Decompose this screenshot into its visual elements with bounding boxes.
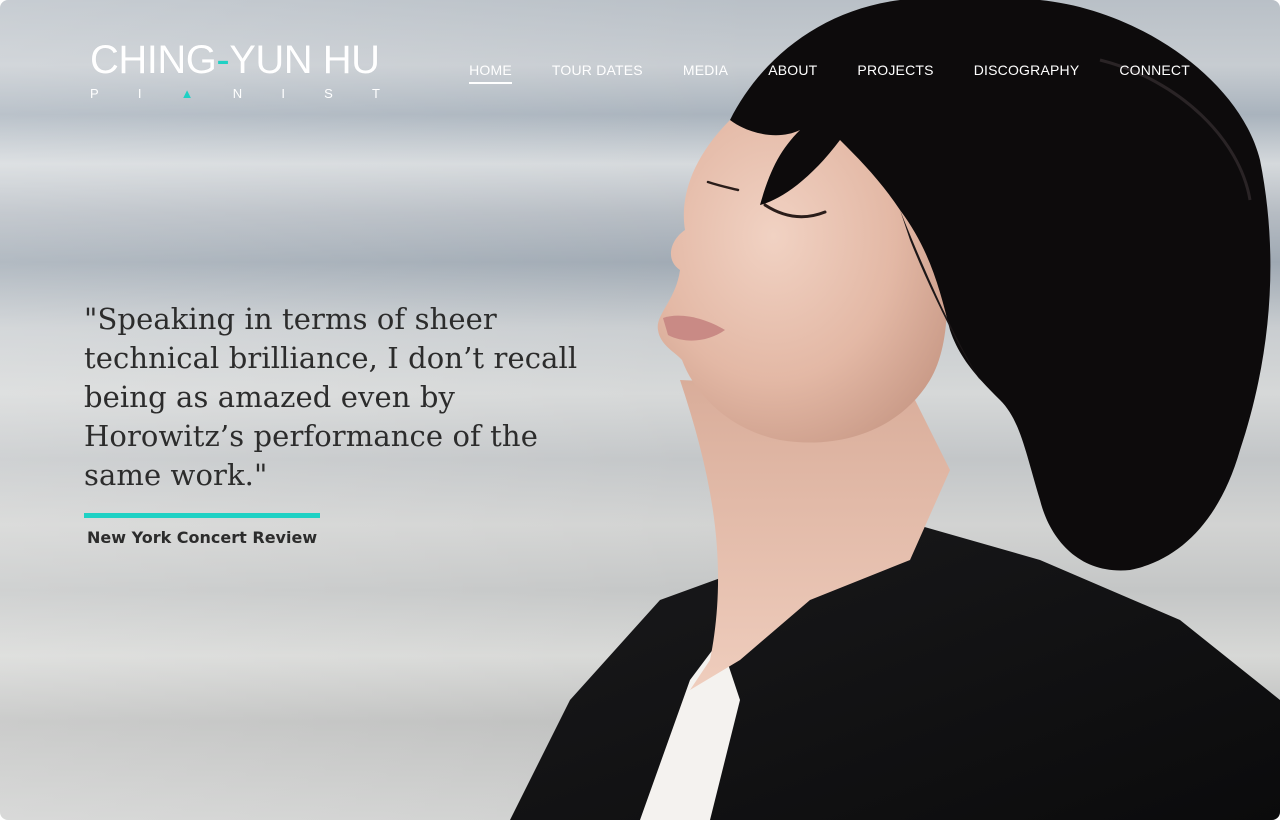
site-logo[interactable]: CHING-YUN HU P I ▲ N I S T [90,38,390,101]
triangle-icon: ▲ [180,86,194,101]
home-page: CHING-YUN HU P I ▲ N I S T HOME TOUR DAT… [0,0,1280,820]
nav-home[interactable]: HOME [469,60,512,84]
logo-subtitle: P I ▲ N I S T [90,86,380,101]
main-nav: HOME TOUR DATES MEDIA ABOUT PROJECTS DIS… [469,60,1190,84]
nav-connect[interactable]: CONNECT [1119,60,1190,84]
logo-dash-accent: - [216,38,230,82]
logo-name: CHING-YUN HU [90,38,380,82]
nav-media[interactable]: MEDIA [683,60,728,84]
quote-source: New York Concert Review [87,528,318,547]
nav-projects[interactable]: PROJECTS [857,60,933,84]
nav-tour-dates[interactable]: TOUR DATES [552,60,643,84]
nav-about[interactable]: ABOUT [768,60,817,84]
hero-quote: "Speaking in terms of sheer technical br… [84,300,614,547]
quote-text: "Speaking in terms of sheer technical br… [84,302,578,492]
nav-discography[interactable]: DISCOGRAPHY [974,60,1080,84]
quote-divider [84,513,320,518]
